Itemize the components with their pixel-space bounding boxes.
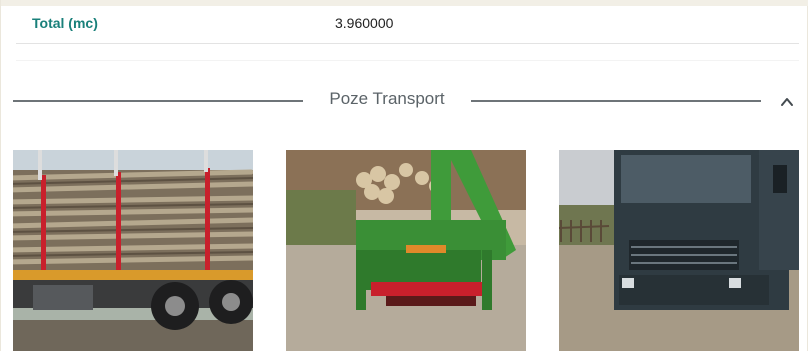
forestry-crane-photo[interactable] [286, 150, 526, 351]
section-title: Poze Transport [329, 89, 445, 108]
spacer-divider [16, 60, 799, 61]
details-panel: Total (mc) 3.960000 Poze Transport [0, 0, 808, 351]
timber-truck-photo[interactable] [13, 150, 253, 351]
total-row: Total (mc) 3.960000 [16, 6, 799, 44]
chevron-up-icon[interactable] [775, 90, 799, 114]
section-divider-right [471, 100, 761, 102]
total-value: 3.960000 [335, 15, 394, 31]
truck-front-photo[interactable] [559, 150, 799, 351]
section-divider-left [13, 100, 303, 102]
total-label: Total (mc) [32, 15, 98, 31]
